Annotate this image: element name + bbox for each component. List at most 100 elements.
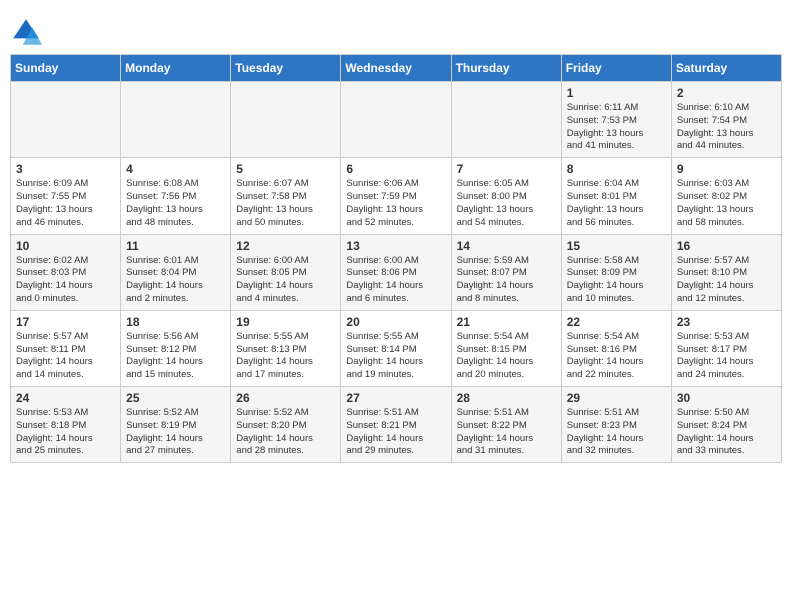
day-info: Sunrise: 6:08 AM Sunset: 7:56 PM Dayligh… (126, 178, 225, 229)
day-number: 23 (677, 315, 776, 329)
weekday-header-wednesday: Wednesday (341, 55, 451, 82)
calendar-cell: 1 Sunrise: 6:11 AM Sunset: 7:53 PM Daylig… (561, 82, 671, 158)
calendar-cell (341, 82, 451, 158)
calendar-cell: 17Sunrise: 5:57 AM Sunset: 8:11 PM Dayli… (11, 310, 121, 386)
day-info: Sunrise: 5:53 AM Sunset: 8:17 PM Dayligh… (677, 331, 776, 382)
day-number: 20 (346, 315, 445, 329)
day-info: Sunrise: 5:57 AM Sunset: 8:10 PM Dayligh… (677, 255, 776, 306)
calendar-cell: 7 Sunrise: 6:05 AM Sunset: 8:00 PM Daylig… (451, 158, 561, 234)
day-info: Sunrise: 5:51 AM Sunset: 8:22 PM Dayligh… (457, 407, 556, 458)
day-info: Sunrise: 6:09 AM Sunset: 7:55 PM Dayligh… (16, 178, 115, 229)
calendar-week-row: 17Sunrise: 5:57 AM Sunset: 8:11 PM Dayli… (11, 310, 782, 386)
day-info: Sunrise: 6:11 AM Sunset: 7:53 PM Dayligh… (567, 102, 666, 153)
day-info: Sunrise: 6:05 AM Sunset: 8:00 PM Dayligh… (457, 178, 556, 229)
day-number: 30 (677, 391, 776, 405)
day-number: 2 (677, 86, 776, 100)
calendar-cell (451, 82, 561, 158)
day-info: Sunrise: 5:52 AM Sunset: 8:19 PM Dayligh… (126, 407, 225, 458)
day-info: Sunrise: 6:03 AM Sunset: 8:02 PM Dayligh… (677, 178, 776, 229)
day-number: 14 (457, 239, 556, 253)
day-info: Sunrise: 6:06 AM Sunset: 7:59 PM Dayligh… (346, 178, 445, 229)
calendar-cell: 19 Sunrise: 5:55 AM Sunset: 8:13 PM Dayli… (231, 310, 341, 386)
day-info: Sunrise: 5:51 AM Sunset: 8:21 PM Dayligh… (346, 407, 445, 458)
day-info: Sunrise: 6:02 AM Sunset: 8:03 PM Dayligh… (16, 255, 115, 306)
calendar-cell: 28 Sunrise: 5:51 AM Sunset: 8:22 PM Dayli… (451, 387, 561, 463)
day-number: 18 (126, 315, 225, 329)
weekday-header-friday: Friday (561, 55, 671, 82)
day-number: 26 (236, 391, 335, 405)
calendar-cell: 2 Sunrise: 6:10 AM Sunset: 7:54 PM Daylig… (671, 82, 781, 158)
calendar-cell: 26 Sunrise: 5:52 AM Sunset: 8:20 PM Dayli… (231, 387, 341, 463)
day-info: Sunrise: 5:54 AM Sunset: 8:16 PM Dayligh… (567, 331, 666, 382)
day-number: 27 (346, 391, 445, 405)
weekday-header-monday: Monday (121, 55, 231, 82)
day-info: Sunrise: 5:58 AM Sunset: 8:09 PM Dayligh… (567, 255, 666, 306)
day-info: Sunrise: 6:00 AM Sunset: 8:06 PM Dayligh… (346, 255, 445, 306)
day-info: Sunrise: 5:50 AM Sunset: 8:24 PM Dayligh… (677, 407, 776, 458)
weekday-header-sunday: Sunday (11, 55, 121, 82)
calendar-cell: 27 Sunrise: 5:51 AM Sunset: 8:21 PM Dayli… (341, 387, 451, 463)
day-number: 17 (16, 315, 115, 329)
logo (10, 16, 46, 48)
calendar-cell: 18 Sunrise: 5:56 AM Sunset: 8:12 PM Dayli… (121, 310, 231, 386)
calendar-cell: 20Sunrise: 5:55 AM Sunset: 8:14 PM Dayli… (341, 310, 451, 386)
day-info: Sunrise: 5:55 AM Sunset: 8:13 PM Dayligh… (236, 331, 335, 382)
calendar-week-row: 24 Sunrise: 5:53 AM Sunset: 8:18 PM Dayli… (11, 387, 782, 463)
page-header (10, 10, 782, 48)
day-number: 19 (236, 315, 335, 329)
day-number: 5 (236, 162, 335, 176)
day-info: Sunrise: 5:53 AM Sunset: 8:18 PM Dayligh… (16, 407, 115, 458)
day-info: Sunrise: 5:52 AM Sunset: 8:20 PM Dayligh… (236, 407, 335, 458)
calendar-cell: 10 Sunrise: 6:02 AM Sunset: 8:03 PM Dayli… (11, 234, 121, 310)
day-info: Sunrise: 6:07 AM Sunset: 7:58 PM Dayligh… (236, 178, 335, 229)
calendar-cell: 6 Sunrise: 6:06 AM Sunset: 7:59 PM Daylig… (341, 158, 451, 234)
calendar-week-row: 10 Sunrise: 6:02 AM Sunset: 8:03 PM Dayli… (11, 234, 782, 310)
calendar-table: SundayMondayTuesdayWednesdayThursdayFrid… (10, 54, 782, 463)
calendar-cell: 12 Sunrise: 6:00 AM Sunset: 8:05 PM Dayli… (231, 234, 341, 310)
day-number: 16 (677, 239, 776, 253)
day-number: 12 (236, 239, 335, 253)
day-number: 4 (126, 162, 225, 176)
calendar-cell (11, 82, 121, 158)
calendar-cell: 22 Sunrise: 5:54 AM Sunset: 8:16 PM Dayli… (561, 310, 671, 386)
weekday-header-tuesday: Tuesday (231, 55, 341, 82)
day-info: Sunrise: 5:56 AM Sunset: 8:12 PM Dayligh… (126, 331, 225, 382)
calendar-cell: 29Sunrise: 5:51 AM Sunset: 8:23 PM Dayli… (561, 387, 671, 463)
day-info: Sunrise: 6:04 AM Sunset: 8:01 PM Dayligh… (567, 178, 666, 229)
day-number: 9 (677, 162, 776, 176)
day-info: Sunrise: 6:10 AM Sunset: 7:54 PM Dayligh… (677, 102, 776, 153)
calendar-cell (231, 82, 341, 158)
day-number: 22 (567, 315, 666, 329)
calendar-cell: 24 Sunrise: 5:53 AM Sunset: 8:18 PM Dayli… (11, 387, 121, 463)
calendar-cell: 3 Sunrise: 6:09 AM Sunset: 7:55 PM Daylig… (11, 158, 121, 234)
day-number: 1 (567, 86, 666, 100)
calendar-cell: 15 Sunrise: 5:58 AM Sunset: 8:09 PM Dayli… (561, 234, 671, 310)
calendar-week-row: 3 Sunrise: 6:09 AM Sunset: 7:55 PM Daylig… (11, 158, 782, 234)
calendar-week-row: 1 Sunrise: 6:11 AM Sunset: 7:53 PM Daylig… (11, 82, 782, 158)
day-number: 11 (126, 239, 225, 253)
day-number: 10 (16, 239, 115, 253)
calendar-header-row: SundayMondayTuesdayWednesdayThursdayFrid… (11, 55, 782, 82)
day-number: 3 (16, 162, 115, 176)
day-info: Sunrise: 6:01 AM Sunset: 8:04 PM Dayligh… (126, 255, 225, 306)
day-number: 24 (16, 391, 115, 405)
day-info: Sunrise: 6:00 AM Sunset: 8:05 PM Dayligh… (236, 255, 335, 306)
calendar-cell: 23 Sunrise: 5:53 AM Sunset: 8:17 PM Dayli… (671, 310, 781, 386)
calendar-cell: 5 Sunrise: 6:07 AM Sunset: 7:58 PM Daylig… (231, 158, 341, 234)
logo-icon (10, 16, 42, 48)
day-number: 7 (457, 162, 556, 176)
calendar-cell: 8Sunrise: 6:04 AM Sunset: 8:01 PM Daylig… (561, 158, 671, 234)
calendar-cell: 13 Sunrise: 6:00 AM Sunset: 8:06 PM Dayli… (341, 234, 451, 310)
calendar-cell: 21Sunrise: 5:54 AM Sunset: 8:15 PM Dayli… (451, 310, 561, 386)
day-info: Sunrise: 5:59 AM Sunset: 8:07 PM Dayligh… (457, 255, 556, 306)
calendar-cell: 30 Sunrise: 5:50 AM Sunset: 8:24 PM Dayli… (671, 387, 781, 463)
day-number: 13 (346, 239, 445, 253)
calendar-cell: 16 Sunrise: 5:57 AM Sunset: 8:10 PM Dayli… (671, 234, 781, 310)
day-number: 6 (346, 162, 445, 176)
calendar-cell: 11 Sunrise: 6:01 AM Sunset: 8:04 PM Dayli… (121, 234, 231, 310)
day-number: 28 (457, 391, 556, 405)
calendar-cell: 9 Sunrise: 6:03 AM Sunset: 8:02 PM Daylig… (671, 158, 781, 234)
day-number: 15 (567, 239, 666, 253)
calendar-cell (121, 82, 231, 158)
day-number: 29 (567, 391, 666, 405)
